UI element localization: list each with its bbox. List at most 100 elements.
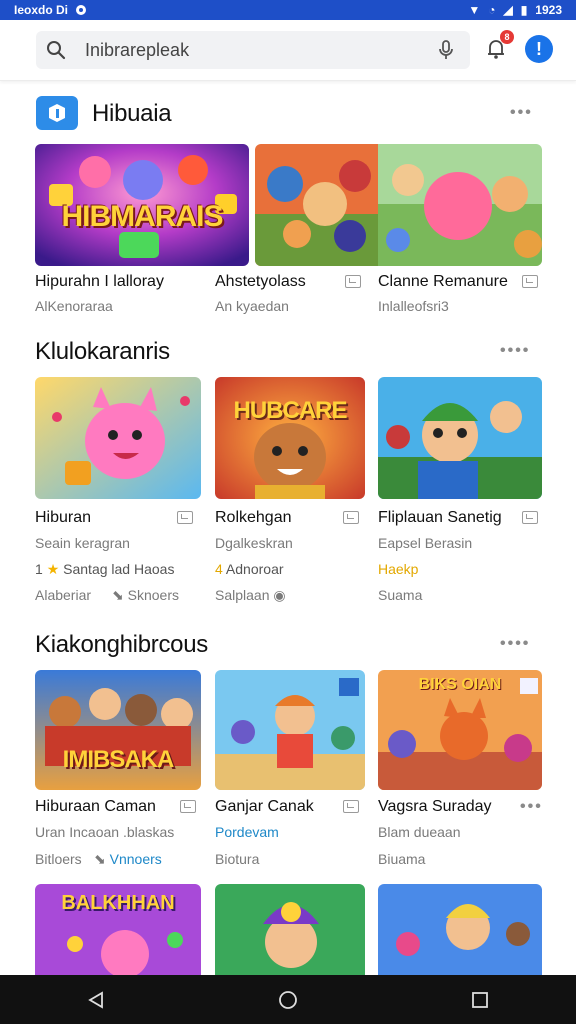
game-meta: Biuama xyxy=(378,851,426,867)
game-thumbnail-7[interactable]: IMIBSAKA xyxy=(35,670,201,790)
game-subtitle: Dgalkeskran xyxy=(215,535,293,551)
game-downloads: ⬊ Vnnoers xyxy=(94,851,162,868)
save-icon[interactable] xyxy=(343,511,359,524)
game-art-image xyxy=(378,884,542,975)
section-logo-icon xyxy=(36,96,78,130)
star-icon: ★ xyxy=(46,561,60,577)
game-meta: Bitloers xyxy=(35,851,82,867)
game-title[interactable]: Hiburan xyxy=(35,509,91,527)
game-meta: Santag lad Haoas xyxy=(63,561,175,577)
game-title[interactable]: Rolkehgan xyxy=(215,509,292,527)
mic-icon[interactable] xyxy=(434,38,458,62)
game-thumbnail-9[interactable]: BIKS OIAN xyxy=(378,670,542,790)
game-art-image xyxy=(378,377,542,499)
section-title-3: Kiakonghibrcous xyxy=(35,631,208,658)
game-art-title: HUBCARE xyxy=(233,397,348,424)
status-carrier: Ieoxdo Di xyxy=(14,3,69,17)
game-meta: Adnoroar xyxy=(225,561,284,577)
game-title[interactable]: Fliplauan Sanetig xyxy=(378,509,502,527)
back-icon xyxy=(88,990,103,1009)
top-header: Inibrarepleak 8 ! xyxy=(0,20,576,81)
game-art-image xyxy=(215,884,365,975)
back-button[interactable] xyxy=(76,980,116,1020)
game-thumbnail-1[interactable]: HIBMARAIS xyxy=(35,144,249,266)
game-meta: Alaberiar xyxy=(35,587,92,603)
status-dot-icon xyxy=(76,5,87,15)
more-icon[interactable]: •••• xyxy=(500,342,530,360)
game-subtitle: Blam dueaan xyxy=(378,824,461,840)
notifications-button[interactable]: 8 xyxy=(486,30,514,62)
game-thumbnail-2[interactable] xyxy=(255,144,378,266)
game-rating: 1 ★ Santag lad Haoas xyxy=(35,561,174,578)
game-title[interactable]: Ahstetyolass xyxy=(215,273,306,291)
game-art-image xyxy=(255,144,378,266)
game-title[interactable]: Hiburaan Caman xyxy=(35,798,156,816)
game-art-image xyxy=(378,144,542,266)
game-thumbnail-3[interactable] xyxy=(378,144,542,266)
game-title[interactable]: Hipurahn I lalloray xyxy=(35,273,164,291)
search-bar[interactable]: Inibrarepleak xyxy=(36,31,470,69)
game-downloads: ⬊ Sknoers xyxy=(112,587,179,604)
game-subtitle: An kyaedan xyxy=(215,298,289,314)
game-art-title: BIKS OIAN xyxy=(418,676,502,693)
save-icon[interactable] xyxy=(177,511,193,524)
home-button[interactable] xyxy=(268,980,308,1020)
game-subtitle: Inlalleofsri3 xyxy=(378,298,449,314)
save-icon[interactable] xyxy=(522,275,538,288)
game-meta: Vnnoers xyxy=(109,851,162,867)
game-thumbnail-11[interactable] xyxy=(215,884,365,975)
more-icon[interactable]: ••• xyxy=(510,104,533,122)
battery-icon: ▮ xyxy=(520,3,528,17)
save-icon[interactable] xyxy=(345,275,361,288)
game-art-image xyxy=(215,377,365,499)
game-meta-text: Salplaan xyxy=(215,587,270,603)
notification-badge: 8 xyxy=(500,30,514,44)
game-subtitle: Uran Incaoan .blaskas xyxy=(35,824,175,840)
more-icon[interactable]: •••• xyxy=(500,635,530,653)
game-subtitle: Seain keragran xyxy=(35,535,130,551)
game-art-title: IMIBSAKA xyxy=(62,746,175,773)
section-title-1: Hibuaia xyxy=(92,100,172,127)
home-icon xyxy=(279,990,297,1009)
game-meta: Sknoers xyxy=(127,587,179,603)
status-bar: Ieoxdo Di ▼ ◔ ◢ ▮ 1923 xyxy=(0,0,576,20)
signal-icon: ◢ xyxy=(503,3,513,17)
recents-button[interactable] xyxy=(460,980,500,1020)
game-art-title: BALKHHAN xyxy=(61,892,175,914)
game-thumbnail-12[interactable] xyxy=(378,884,542,975)
rating-value: 1 xyxy=(35,561,43,577)
game-art-image xyxy=(215,670,365,790)
game-subtitle: Pordevam xyxy=(215,824,279,840)
save-icon[interactable] xyxy=(343,800,359,813)
game-meta: Suama xyxy=(378,587,423,603)
section-title-2: Klulokaranris xyxy=(35,338,170,365)
globe-icon: ◉ xyxy=(273,587,286,603)
game-thumbnail-6[interactable] xyxy=(378,377,542,499)
system-nav-bar xyxy=(0,975,576,1024)
game-title[interactable]: Ganjar Canak xyxy=(215,798,314,816)
game-title[interactable]: Vagsra Suraday xyxy=(378,798,492,816)
game-title[interactable]: Clanne Remanure xyxy=(378,273,508,291)
game-art-title: HIBMARAIS xyxy=(61,200,224,233)
game-rating: 4 Adnoroar xyxy=(215,561,284,577)
search-icon[interactable] xyxy=(45,39,67,61)
more-icon[interactable]: ••• xyxy=(520,798,543,816)
game-thumbnail-5[interactable]: HUBCARE xyxy=(215,377,365,499)
rating-value: 4 xyxy=(215,561,223,577)
game-thumbnail-4[interactable] xyxy=(35,377,201,499)
game-meta: Haekp xyxy=(378,561,419,577)
game-meta: Biotura xyxy=(215,851,260,867)
profile-button[interactable]: ! xyxy=(525,35,553,63)
game-thumbnail-8[interactable] xyxy=(215,670,365,790)
game-thumbnail-10[interactable]: BALKHHAN xyxy=(35,884,201,975)
download-icon: ⬊ xyxy=(112,587,124,603)
save-icon[interactable] xyxy=(522,511,538,524)
game-meta: Salplaan ◉ xyxy=(215,587,286,604)
status-time: 1923 xyxy=(535,3,562,17)
save-icon[interactable] xyxy=(180,800,196,813)
download-icon: ⬊ xyxy=(94,851,106,867)
game-subtitle: AlKenoraraa xyxy=(35,298,113,314)
location-icon: ▼ xyxy=(468,3,481,17)
search-input[interactable]: Inibrarepleak xyxy=(85,40,434,61)
game-art-image xyxy=(35,377,201,499)
